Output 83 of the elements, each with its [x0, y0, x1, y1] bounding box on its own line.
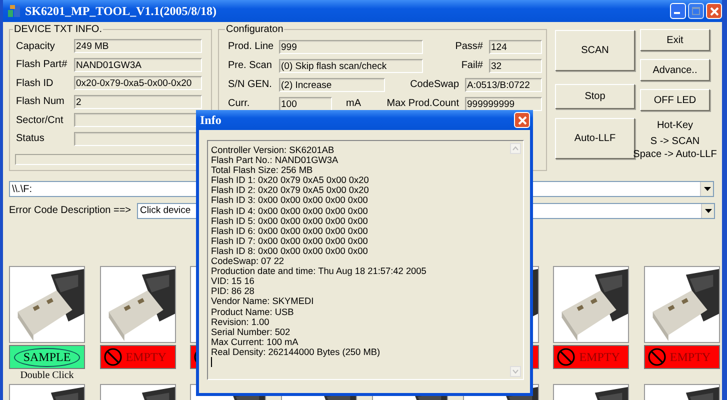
scroll-up-icon — [510, 143, 521, 154]
field-label: Curr. — [228, 98, 251, 109]
text-field[interactable]: 124 — [489, 40, 542, 54]
button[interactable]: OFF LED — [640, 89, 710, 111]
info-line: Flash ID 4: 0x00 0x00 0x00 0x00 0x00 — [211, 206, 369, 216]
info-line: Real Density: 262144000 Bytes (250 MB) — [211, 346, 382, 357]
text-field[interactable]: 999999999 — [465, 96, 542, 110]
button[interactable]: Advance.. — [640, 59, 710, 81]
info-line: Serial Number: 502 — [211, 326, 292, 337]
window-title: SK6201_MP_TOOL_V1.1(2005/8/18) — [25, 4, 216, 18]
app-icon — [7, 4, 21, 18]
info-line: Flash ID 6: 0x00 0x00 0x00 0x00 0x00 — [211, 226, 369, 236]
button[interactable]: Exit — [640, 29, 710, 51]
text-cursor — [211, 356, 212, 367]
text-field[interactable]: 999 — [279, 40, 423, 54]
unit-label: mA — [346, 98, 361, 109]
text-field[interactable]: (2) Increase — [279, 78, 385, 92]
field-label: Pre. Scan — [228, 60, 273, 71]
field-label: S/N GEN. — [228, 79, 273, 90]
caret-icon — [704, 208, 712, 212]
info-line: Total Flash Size: 256 MB — [211, 165, 314, 176]
caret-icon — [704, 187, 710, 191]
hot-key-title: Hot-Key — [656, 120, 694, 133]
minimize-button[interactable] — [670, 3, 686, 19]
info-line: Vendor Name: SKYMEDI — [211, 296, 315, 306]
text-field[interactable]: A:0513/B:0722 — [465, 78, 542, 92]
prohibited-icon — [646, 347, 667, 367]
info-line: Flash Part No.: NAND01GW3A — [211, 155, 340, 166]
info-line: PID: 86 28 — [211, 286, 256, 296]
text-field[interactable]: 2 — [74, 94, 202, 109]
info-line: Flash ID 3: 0x00 0x00 0x00 0x00 0x00 — [211, 195, 369, 206]
info-line: Flash ID 5: 0x00 0x00 0x00 0x00 0x00 — [211, 216, 369, 226]
text-field[interactable]: 249 MB — [74, 39, 202, 54]
field-label: CodeSwap — [410, 79, 459, 90]
group-title: Configuraton — [225, 24, 284, 35]
field-label: Capacity — [16, 40, 56, 52]
field-label: Pass# — [455, 41, 483, 52]
text-field[interactable]: NAND01GW3A — [74, 58, 202, 72]
button[interactable]: Auto-LLF — [555, 118, 635, 159]
field-label: Flash ID — [16, 78, 54, 89]
info-line: Flash ID 2: 0x20 0x79 0xA5 0x00 0x20 — [211, 185, 370, 196]
caption-text: Double Click — [19, 369, 75, 382]
field-label: Error Code Description ==> — [9, 205, 132, 216]
info-line: Controller Version: SK6201AB — [211, 145, 336, 156]
status-label: EMPTY — [100, 345, 176, 369]
hot-key-text: S -> SCAN — [650, 136, 700, 149]
close-icon — [518, 116, 526, 124]
info-line: Flash ID 7: 0x00 0x00 0x00 0x00 0x00 — [211, 236, 369, 246]
status-label: SAMPLE — [9, 345, 85, 369]
text-field[interactable]: 100 — [279, 96, 332, 110]
text-area[interactable] — [207, 140, 524, 380]
info-line: CodeSwap: 07 22 — [211, 256, 284, 266]
maximize-button[interactable] — [688, 3, 704, 19]
maximize-icon — [692, 7, 700, 15]
prohibited-icon — [102, 347, 123, 367]
text-field[interactable]: 32 — [489, 58, 542, 72]
close-button[interactable] — [706, 3, 722, 19]
info-line: Flash ID 8: 0x00 0x00 0x00 0x00 0x00 — [211, 246, 369, 256]
close-icon — [710, 6, 718, 16]
text-field[interactable]: (0) Skip flash scan/check — [279, 58, 423, 72]
text-field[interactable]: 0x20-0x79-0xa5-0x00-0x20 — [74, 76, 202, 90]
info-line: VID: 15 16 — [211, 276, 256, 286]
button[interactable]: Stop — [555, 84, 635, 110]
field-label: Flash Part# — [16, 59, 68, 70]
info-line: Product Name: USB — [211, 306, 295, 317]
field-label: Sector/Cnt — [16, 114, 64, 126]
hot-key-text: Space -> Auto-LLF — [633, 149, 717, 162]
dialog-title: Info — [200, 112, 222, 128]
field-label: Status — [16, 133, 46, 144]
field-label: Flash Num — [16, 96, 66, 108]
field-label: Max Prod.Count — [386, 98, 459, 109]
status-label: EMPTY — [553, 345, 630, 369]
info-line: Production date and time: Thu Aug 18 21:57:42 2005 — [211, 266, 428, 276]
close-button[interactable] — [514, 112, 530, 128]
info-line: Revision: 1.00 — [211, 316, 270, 327]
scroll-down-icon — [510, 366, 521, 377]
button[interactable]: SCAN — [555, 30, 635, 71]
group-title: DEVICE TXT INFO. — [13, 24, 103, 35]
field-label: Fail# — [461, 60, 483, 71]
field-label: Prod. Line — [228, 41, 275, 52]
status-label: EMPTY — [644, 345, 720, 369]
info-line: Max Current: 100 mA — [211, 336, 300, 347]
prohibited-icon — [556, 347, 576, 367]
